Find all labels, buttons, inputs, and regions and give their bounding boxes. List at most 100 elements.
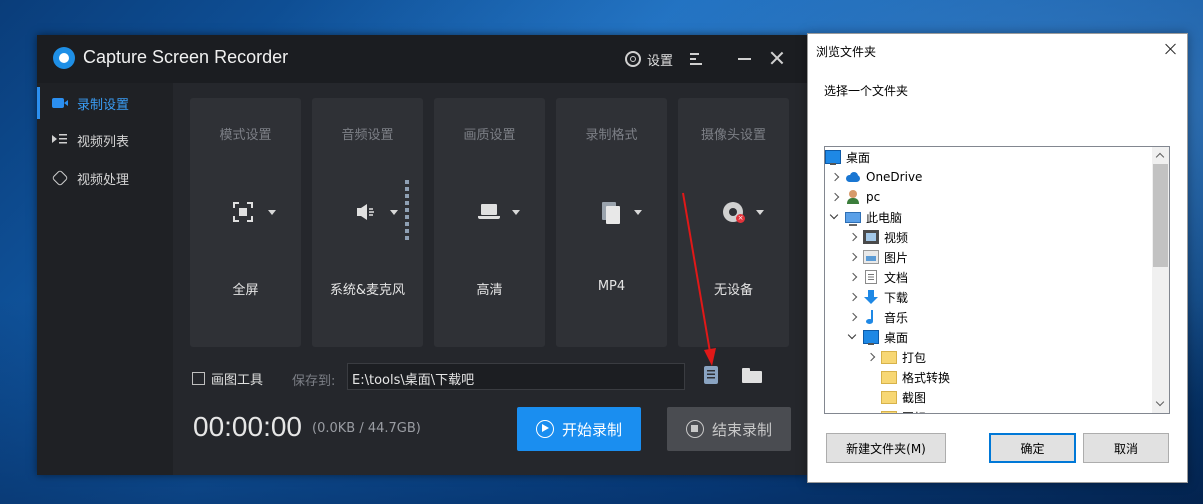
- dropdown-arrow-icon[interactable]: [390, 210, 398, 215]
- card-title: 画质设置: [463, 128, 516, 143]
- expand-chevron-icon[interactable]: [865, 347, 877, 367]
- settings-label: 设置: [647, 53, 674, 69]
- pc-icon: [845, 211, 861, 226]
- music-folder-icon: [863, 310, 879, 324]
- camera-icon: [52, 98, 68, 108]
- tree-item-pc-user[interactable]: pc: [825, 187, 1151, 207]
- save-path-field[interactable]: E:\tools\桌面\下载吧: [347, 363, 685, 390]
- sidebar-item-video-processing[interactable]: 视频处理: [37, 160, 173, 196]
- card-value: 系统&麦克风: [329, 283, 406, 298]
- dropdown-arrow-icon[interactable]: [512, 210, 520, 215]
- scroll-up-icon[interactable]: [1152, 147, 1169, 164]
- laptop-icon: [478, 204, 500, 220]
- expand-chevron-icon[interactable]: [847, 267, 859, 287]
- close-icon[interactable]: [768, 49, 786, 67]
- tree-item-pictures[interactable]: 图片: [825, 247, 1151, 267]
- open-folder-icon[interactable]: [742, 368, 764, 384]
- tree-item-desktop-sub[interactable]: 桌面: [825, 327, 1151, 347]
- card-audio-settings[interactable]: 音频设置 系统&麦克风: [312, 98, 423, 347]
- play-icon: [535, 420, 554, 438]
- folder-icon: [881, 370, 897, 384]
- draw-tools-checkbox[interactable]: 画图工具: [192, 369, 263, 388]
- fullscreen-icon: [233, 202, 253, 222]
- card-mode-settings[interactable]: 模式设置 全屏: [190, 98, 301, 347]
- draw-tools-label: 画图工具: [211, 373, 264, 388]
- dialog-title: 浏览文件夹: [816, 45, 877, 59]
- scrollbar-thumb[interactable]: [1153, 164, 1168, 267]
- collapse-chevron-icon[interactable]: [847, 327, 859, 347]
- stop-recording-label: 结束录制: [711, 420, 772, 439]
- tree-item-music[interactable]: 音乐: [825, 307, 1151, 327]
- sidebar-item-video-list[interactable]: 视频列表: [37, 122, 173, 158]
- tree-item-label: 音乐: [884, 310, 909, 325]
- tree-item-documents[interactable]: 文档: [825, 267, 1151, 287]
- new-folder-button[interactable]: 新建文件夹(M): [826, 433, 946, 463]
- tree-item-onedrive[interactable]: OneDrive: [825, 167, 1151, 187]
- tree-item-downloads[interactable]: 下载: [825, 287, 1151, 307]
- expand-chevron-icon[interactable]: [829, 187, 841, 207]
- app-title: Capture Screen Recorder: [83, 47, 289, 67]
- card-value: 高清: [476, 283, 503, 298]
- sidebar-item-label: 视频列表: [77, 134, 130, 150]
- card-quality-settings[interactable]: 画质设置 高清: [434, 98, 545, 347]
- card-title: 模式设置: [219, 128, 272, 143]
- scroll-down-icon[interactable]: [1152, 396, 1169, 413]
- start-recording-label: 开始录制: [561, 420, 622, 439]
- card-camera-settings[interactable]: 摄像头设置 × 无设备: [678, 98, 789, 347]
- tree-item-desktop[interactable]: 桌面: [825, 147, 1151, 167]
- expand-chevron-icon[interactable]: [829, 167, 841, 187]
- card-record-format[interactable]: 录制格式 MP4: [556, 98, 667, 347]
- tree-item-folder[interactable]: 打包: [825, 347, 1151, 367]
- dropdown-arrow-icon[interactable]: [634, 210, 642, 215]
- folder-icon: [881, 410, 897, 413]
- sidebar-item-label: 视频处理: [77, 172, 130, 188]
- speaker-icon: [357, 204, 374, 220]
- file-icon: [602, 202, 620, 224]
- save-to-label: 保存到:: [292, 374, 336, 389]
- card-title: 录制格式: [585, 128, 638, 143]
- tree-item-folder[interactable]: 格式转换: [825, 367, 1151, 387]
- tree-item-this-pc[interactable]: 此电脑: [825, 207, 1151, 227]
- expand-chevron-icon[interactable]: [847, 307, 859, 327]
- tree-item-videos[interactable]: 视频: [825, 227, 1151, 247]
- menu-icon[interactable]: [690, 53, 704, 65]
- desktop-icon: [825, 150, 841, 165]
- checkbox-icon[interactable]: [192, 372, 205, 385]
- card-value: 全屏: [232, 283, 259, 298]
- stop-recording-button[interactable]: 结束录制: [667, 407, 791, 451]
- app-logo-icon: [53, 47, 75, 69]
- sidebar-item-record-settings[interactable]: 录制设置: [37, 85, 173, 121]
- folder-tree: 桌面 OneDrive pc 此电脑 视频 图片 文档 下载 音乐 桌面 打包 …: [824, 146, 1170, 414]
- document-list-icon[interactable]: [704, 366, 718, 384]
- expand-chevron-icon[interactable]: [847, 227, 859, 247]
- file-size-text: (0.0KB / 44.7GB): [312, 421, 421, 436]
- tree-item-folder[interactable]: 截图: [825, 387, 1151, 407]
- collapse-chevron-icon[interactable]: [829, 207, 841, 227]
- tree-item-label: 视频: [884, 230, 909, 245]
- tree-item-label: 此电脑: [866, 210, 903, 225]
- start-recording-button[interactable]: 开始录制: [517, 407, 641, 451]
- tree-item-label: 桌面: [846, 150, 871, 165]
- cancel-button[interactable]: 取消: [1083, 433, 1169, 463]
- picture-folder-icon: [863, 250, 879, 264]
- tree-item-label: 图片: [884, 250, 909, 265]
- dropdown-arrow-icon[interactable]: [756, 210, 764, 215]
- tree-item-label: 桌面: [884, 330, 909, 345]
- tree-item-folder[interactable]: 图标: [825, 407, 1151, 414]
- tools-icon: [52, 171, 68, 185]
- dropdown-arrow-icon[interactable]: [268, 210, 276, 215]
- minimize-icon[interactable]: [738, 58, 751, 60]
- close-icon[interactable]: [1164, 42, 1178, 56]
- tree-item-label: 截图: [902, 390, 927, 405]
- expand-chevron-icon[interactable]: [847, 287, 859, 307]
- video-folder-icon: [863, 230, 879, 244]
- card-title: 音频设置: [341, 128, 394, 143]
- settings-button[interactable]: 设置: [625, 49, 673, 69]
- ok-button[interactable]: 确定: [989, 433, 1076, 463]
- tree-scrollbar[interactable]: [1152, 147, 1169, 413]
- gear-icon: [625, 51, 641, 67]
- tree-item-label: 图标: [902, 409, 926, 414]
- dialog-prompt: 选择一个文件夹: [824, 84, 909, 98]
- tree-item-label: 文档: [884, 270, 909, 285]
- expand-chevron-icon[interactable]: [847, 247, 859, 267]
